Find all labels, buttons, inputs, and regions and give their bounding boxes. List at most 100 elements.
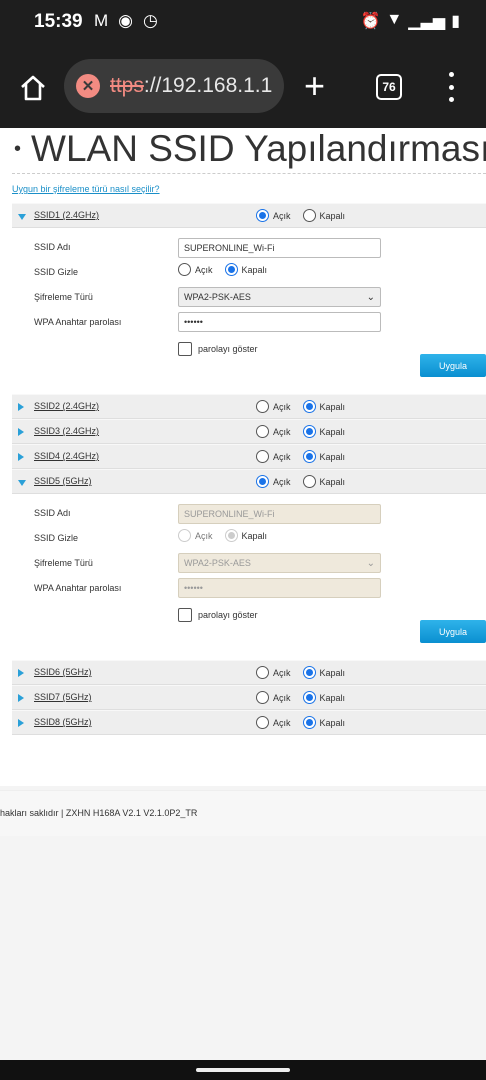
wpa-password-label: WPA Anahtar parolası bbox=[34, 317, 122, 327]
off-label: Kapalı bbox=[319, 210, 346, 221]
new-tab-icon[interactable]: + bbox=[304, 66, 325, 106]
show-password-row[interactable]: parolayı göster bbox=[178, 608, 258, 622]
encryption-help-link[interactable]: Uygun bir şifreleme türü nasıl seçilir? bbox=[12, 184, 160, 194]
system-navigation-bar bbox=[0, 1060, 486, 1080]
signal-icon: ▁▃▅ bbox=[408, 13, 446, 30]
encryption-label: Şifreleme Türü bbox=[34, 292, 93, 302]
enable-on-radio[interactable] bbox=[256, 450, 269, 463]
ssid-row-6[interactable]: SSID6 (5GHz) Açık Kapalı bbox=[12, 660, 486, 685]
enable-on-radio[interactable] bbox=[256, 209, 269, 222]
enable-off-radio[interactable] bbox=[302, 691, 316, 704]
address-bar[interactable]: ✕ ttps://192.168.1.1 bbox=[64, 59, 284, 113]
off-label: Kapalı bbox=[319, 667, 346, 678]
ssid-row-name[interactable]: SSID8 (5GHz) bbox=[34, 717, 92, 727]
clock-notification-icon: ◷ bbox=[143, 11, 158, 30]
hidden-off-radio[interactable] bbox=[224, 263, 238, 276]
on-label: Açık bbox=[273, 667, 291, 678]
ssid-hidden-radio-group: Açık Kapalı bbox=[178, 529, 279, 542]
ssid-row-2[interactable]: SSID2 (2.4GHz) Açık Kapalı bbox=[12, 394, 486, 419]
on-label: Açık bbox=[273, 426, 291, 437]
off-label: Kapalı bbox=[241, 264, 268, 275]
chevron-down-icon: ⌄ bbox=[366, 292, 375, 303]
chevron-down-icon: ⌄ bbox=[366, 558, 375, 569]
expand-arrow-icon[interactable] bbox=[18, 669, 24, 677]
enable-off-radio[interactable] bbox=[302, 425, 316, 438]
on-label: Açık bbox=[273, 717, 291, 728]
ssid-name-input[interactable]: SUPERONLINE_Wi-Fi bbox=[178, 238, 381, 258]
home-gesture-handle[interactable] bbox=[196, 1068, 290, 1072]
ssid-enable-radio-group: Açık Kapalı bbox=[256, 666, 357, 679]
enable-off-radio[interactable] bbox=[302, 400, 316, 413]
url-text[interactable]: ttps://192.168.1.1 bbox=[110, 74, 272, 98]
ssid-hidden-radio-group: Açık Kapalı bbox=[178, 263, 279, 276]
encryption-label: Şifreleme Türü bbox=[34, 558, 93, 568]
off-label: Kapalı bbox=[319, 476, 346, 487]
ssid-row-8[interactable]: SSID8 (5GHz) Açık Kapalı bbox=[12, 710, 486, 735]
enable-off-radio[interactable] bbox=[302, 666, 316, 679]
ssid-row-4[interactable]: SSID4 (2.4GHz) Açık Kapalı bbox=[12, 444, 486, 469]
expand-arrow-icon[interactable] bbox=[18, 403, 24, 411]
encryption-select[interactable]: WPA2-PSK-AES ⌄ bbox=[178, 287, 381, 307]
more-menu-icon[interactable] bbox=[446, 72, 456, 102]
ssid-row-name[interactable]: SSID7 (5GHz) bbox=[34, 692, 92, 702]
page-footer: hakları saklıdır | ZXHN H168A V2.1 V2.1.… bbox=[0, 790, 486, 836]
ssid-row-7[interactable]: SSID7 (5GHz) Açık Kapalı bbox=[12, 685, 486, 710]
ssid-row-name[interactable]: SSID4 (2.4GHz) bbox=[34, 451, 99, 461]
show-password-row[interactable]: parolayı göster bbox=[178, 342, 258, 356]
config-content: • WLAN SSID Yapılandırması Uygun bir şifr… bbox=[0, 128, 486, 786]
enable-off-radio[interactable] bbox=[302, 450, 316, 463]
ssid-row-name[interactable]: SSID1 (2.4GHz) bbox=[34, 210, 99, 220]
ssid-row-name[interactable]: SSID3 (2.4GHz) bbox=[34, 426, 99, 436]
enable-on-radio[interactable] bbox=[256, 691, 269, 704]
expand-arrow-icon[interactable] bbox=[18, 428, 24, 436]
apply-button[interactable]: Uygula bbox=[420, 620, 486, 643]
title-divider bbox=[12, 173, 486, 174]
expand-arrow-icon[interactable] bbox=[18, 453, 24, 461]
ssid-row-name[interactable]: SSID5 (5GHz) bbox=[34, 476, 92, 486]
battery-icon: ▮ bbox=[451, 13, 460, 30]
expand-arrow-icon[interactable] bbox=[18, 694, 24, 702]
ssid-name-label: SSID Adı bbox=[34, 242, 71, 252]
enable-off-radio[interactable] bbox=[302, 716, 316, 729]
ssid-row-1[interactable]: SSID1 (2.4GHz) Açık Kapalı bbox=[12, 203, 486, 228]
show-password-checkbox[interactable] bbox=[178, 342, 192, 356]
ssid-enable-radio-group: Açık Kapalı bbox=[256, 209, 357, 222]
hidden-on-radio[interactable] bbox=[178, 263, 191, 276]
collapse-arrow-icon[interactable] bbox=[18, 480, 26, 486]
ssid-row-name[interactable]: SSID2 (2.4GHz) bbox=[34, 401, 99, 411]
wifi-icon: ▼ bbox=[386, 11, 403, 28]
web-page: • WLAN SSID Yapılandırması Uygun bir şifr… bbox=[0, 128, 486, 1060]
not-secure-icon[interactable]: ✕ bbox=[76, 74, 100, 98]
on-label: Açık bbox=[195, 530, 213, 541]
off-label: Kapalı bbox=[319, 451, 346, 462]
apply-button[interactable]: Uygula bbox=[420, 354, 486, 377]
status-time: 15:39 bbox=[34, 11, 83, 32]
page-title: • WLAN SSID Yapılandırması bbox=[14, 128, 486, 169]
ssid-enable-radio-group: Açık Kapalı bbox=[256, 400, 357, 413]
status-bar: 15:39 M ◉ ◷ ⏰ ▼ ▁▃▅ ▮ bbox=[0, 0, 486, 46]
url-host: ://192.168.1.1 bbox=[143, 74, 273, 97]
wpa-password-input[interactable]: •••••• bbox=[178, 312, 381, 332]
show-password-checkbox[interactable] bbox=[178, 608, 192, 622]
enable-off-radio[interactable] bbox=[302, 475, 316, 488]
wpa-password-label: WPA Anahtar parolası bbox=[34, 583, 122, 593]
ssid-row-name[interactable]: SSID6 (5GHz) bbox=[34, 667, 92, 677]
enable-on-radio[interactable] bbox=[256, 425, 269, 438]
enable-on-radio[interactable] bbox=[256, 716, 269, 729]
home-icon[interactable] bbox=[18, 73, 48, 103]
off-label: Kapalı bbox=[319, 717, 346, 728]
url-protocol: ttps bbox=[110, 74, 144, 97]
ssid-row-3[interactable]: SSID3 (2.4GHz) Açık Kapalı bbox=[12, 419, 486, 444]
on-label: Açık bbox=[273, 692, 291, 703]
ssid-row-5[interactable]: SSID5 (5GHz) Açık Kapalı bbox=[12, 469, 486, 494]
enable-off-radio[interactable] bbox=[302, 209, 316, 222]
ssid-name-input: SUPERONLINE_Wi-Fi bbox=[178, 504, 381, 524]
expand-arrow-icon[interactable] bbox=[18, 719, 24, 727]
enable-on-radio[interactable] bbox=[256, 666, 269, 679]
show-password-label: parolayı göster bbox=[198, 610, 258, 620]
ssid-enable-radio-group: Açık Kapalı bbox=[256, 691, 357, 704]
collapse-arrow-icon[interactable] bbox=[18, 214, 26, 220]
tab-switcher-button[interactable]: 76 bbox=[376, 74, 402, 100]
enable-on-radio[interactable] bbox=[256, 400, 269, 413]
enable-on-radio[interactable] bbox=[256, 475, 269, 488]
